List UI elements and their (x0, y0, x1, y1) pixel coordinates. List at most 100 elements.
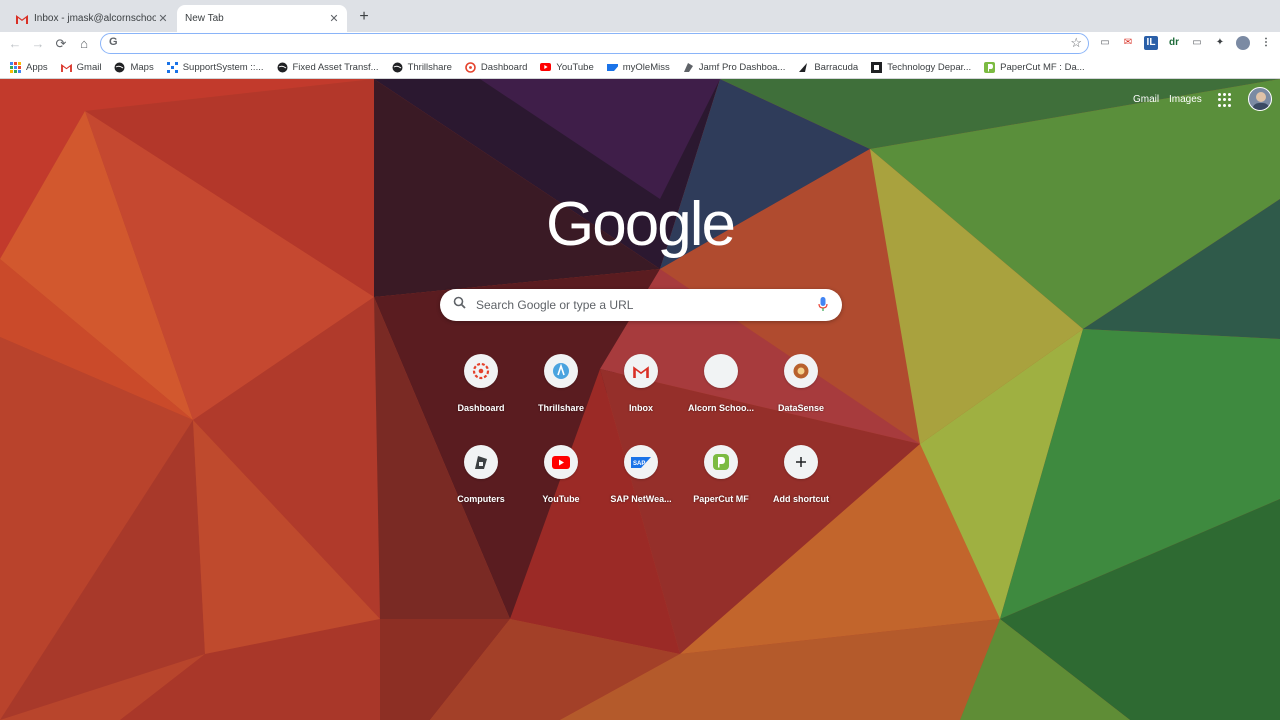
shortcut-label: Computers (457, 494, 505, 504)
shortcut-label: Inbox (629, 403, 653, 413)
bookmark-label: PaperCut MF : Da... (1000, 61, 1085, 73)
bookmarks-bar: Apps Gmail Maps SupportSystem ::... Fixe… (0, 56, 1280, 79)
bookmark-star-icon[interactable]: ☆ (1070, 35, 1082, 51)
apps-icon (10, 61, 21, 73)
home-icon[interactable]: ⌂ (75, 35, 93, 53)
tab-inbox[interactable]: Inbox - jmask@alcornschools.o ✕ (8, 5, 176, 32)
address-bar[interactable]: G ☆ (100, 33, 1089, 54)
sap-icon: SAP (624, 445, 658, 479)
canvas-icon (464, 354, 498, 388)
shortcut-alcorn-schools[interactable]: Alcorn Schoo... (681, 354, 761, 434)
tab-title: Inbox - jmask@alcornschools.o (34, 13, 156, 24)
new-tab-page: Gmail Images Google Dashboard Thrillshar… (0, 79, 1280, 720)
bookmark-myolemiss[interactable]: myOleMiss (606, 61, 670, 73)
bookmark-label: SupportSystem ::... (182, 61, 264, 73)
bookmark-gmail[interactable]: Gmail (60, 61, 102, 73)
barracuda-icon (798, 62, 809, 73)
shortcut-label: YouTube (542, 494, 580, 504)
bookmark-label: Apps (26, 61, 48, 73)
shortcut-youtube[interactable]: YouTube (521, 445, 601, 525)
globe-icon (277, 62, 288, 73)
plus-icon (784, 445, 818, 479)
extension-cast-icon[interactable]: ▭ (1190, 36, 1204, 50)
menu-kebab-icon[interactable]: ⋮ (1259, 36, 1273, 50)
close-icon[interactable]: ✕ (156, 12, 170, 25)
search-input[interactable] (476, 296, 806, 314)
extension-dr-icon[interactable]: dr (1167, 36, 1181, 50)
shortcut-label: PaperCut MF (693, 494, 749, 504)
shortcut-label: SAP NetWea... (610, 494, 672, 504)
google-logo: Google (546, 190, 736, 259)
shortcut-add[interactable]: Add shortcut (761, 445, 841, 525)
bookmark-label: Jamf Pro Dashboa... (698, 61, 786, 73)
shortcut-sap-netweaver[interactable]: SAP SAP NetWea... (601, 445, 681, 525)
bookmark-label: YouTube (556, 61, 594, 73)
sap-icon (606, 62, 618, 73)
bookmark-fixed-asset[interactable]: Fixed Asset Transf... (277, 62, 379, 73)
new-tab-plus-icon[interactable]: + (354, 8, 374, 26)
techdept-icon (871, 61, 883, 73)
bookmark-label: myOleMiss (622, 61, 670, 73)
close-icon[interactable]: ✕ (327, 12, 341, 25)
bookmark-papercut[interactable]: PaperCut MF : Da... (984, 61, 1085, 73)
bookmark-label: Maps (130, 61, 154, 73)
shortcut-papercut[interactable]: PaperCut MF (681, 445, 761, 525)
youtube-icon (540, 62, 552, 73)
support-icon (166, 61, 178, 73)
tab-strip: Inbox - jmask@alcornschools.o ✕ New Tab … (0, 0, 1280, 32)
bookmark-label: Technology Depar... (887, 61, 972, 73)
back-arrow-icon[interactable]: ← (6, 35, 24, 53)
bookmark-label: Thrillshare (407, 61, 452, 73)
shortcut-label: Alcorn Schoo... (687, 403, 754, 413)
search-icon (453, 296, 467, 315)
bookmark-maps[interactable]: Maps (114, 61, 154, 73)
bookmark-thrillshare[interactable]: Thrillshare (392, 62, 452, 73)
search-box[interactable] (440, 289, 842, 321)
extension-ic-icon[interactable]: IL (1144, 36, 1158, 50)
images-link[interactable]: Images (1169, 94, 1202, 105)
reload-icon[interactable]: ⟳ (52, 35, 70, 53)
bookmark-jamf[interactable]: Jamf Pro Dashboa... (683, 61, 786, 73)
shortcut-label: Dashboard (457, 403, 505, 413)
bookmark-label: Gmail (76, 61, 102, 73)
blank-icon (704, 354, 738, 388)
shortcut-label: Add shortcut (773, 494, 829, 504)
gmail-link[interactable]: Gmail (1133, 94, 1159, 105)
thrillshare-icon (544, 354, 578, 388)
bookmark-label: Barracuda (814, 61, 859, 73)
toolbar: ← → ⟳ ⌂ G ☆ ▭ ✉ IL dr ▭ ✦ ⋮ (0, 32, 1280, 56)
globe-icon (392, 62, 403, 73)
bookmark-supportsystem[interactable]: SupportSystem ::... (166, 61, 264, 73)
shortcut-dashboard[interactable]: Dashboard (441, 354, 521, 434)
google-apps-icon[interactable] (1218, 93, 1232, 107)
puzzle-icon[interactable]: ✦ (1213, 36, 1227, 50)
bookmark-barracuda[interactable]: Barracuda (798, 62, 858, 73)
gmail-icon (624, 354, 658, 388)
jamf-icon (464, 445, 498, 479)
shortcut-datasense[interactable]: DataSense (761, 354, 841, 434)
datasense-icon (784, 354, 818, 388)
shortcut-computers[interactable]: Computers (441, 445, 521, 525)
globe-icon (114, 62, 125, 73)
account-avatar[interactable] (1248, 87, 1272, 111)
bookmark-technology-dept[interactable]: Technology Depar... (871, 61, 972, 73)
bookmark-label: Dashboard (480, 61, 528, 73)
forward-arrow-icon[interactable]: → (29, 35, 47, 53)
profile-avatar-icon[interactable] (1236, 36, 1250, 50)
svg-text:SAP: SAP (633, 461, 645, 467)
shortcut-label: Thrillshare (537, 403, 584, 413)
microphone-icon[interactable] (818, 297, 828, 317)
shortcut-inbox[interactable]: Inbox (601, 354, 681, 434)
extension-badge-icon[interactable]: ✉ (1121, 36, 1135, 50)
gmail-icon (60, 62, 72, 73)
papercut-icon (704, 445, 738, 479)
bookmark-apps[interactable]: Apps (10, 61, 48, 73)
bookmark-dashboard[interactable]: Dashboard (465, 62, 527, 73)
jamf-icon (683, 62, 694, 73)
google-g-icon: G (109, 36, 118, 48)
tab-new-tab[interactable]: New Tab ✕ (177, 5, 347, 32)
bookmark-youtube[interactable]: YouTube (540, 61, 594, 73)
shortcut-thrillshare[interactable]: Thrillshare (521, 354, 601, 434)
extension-icon[interactable]: ▭ (1098, 36, 1112, 50)
canvas-icon (465, 61, 476, 73)
